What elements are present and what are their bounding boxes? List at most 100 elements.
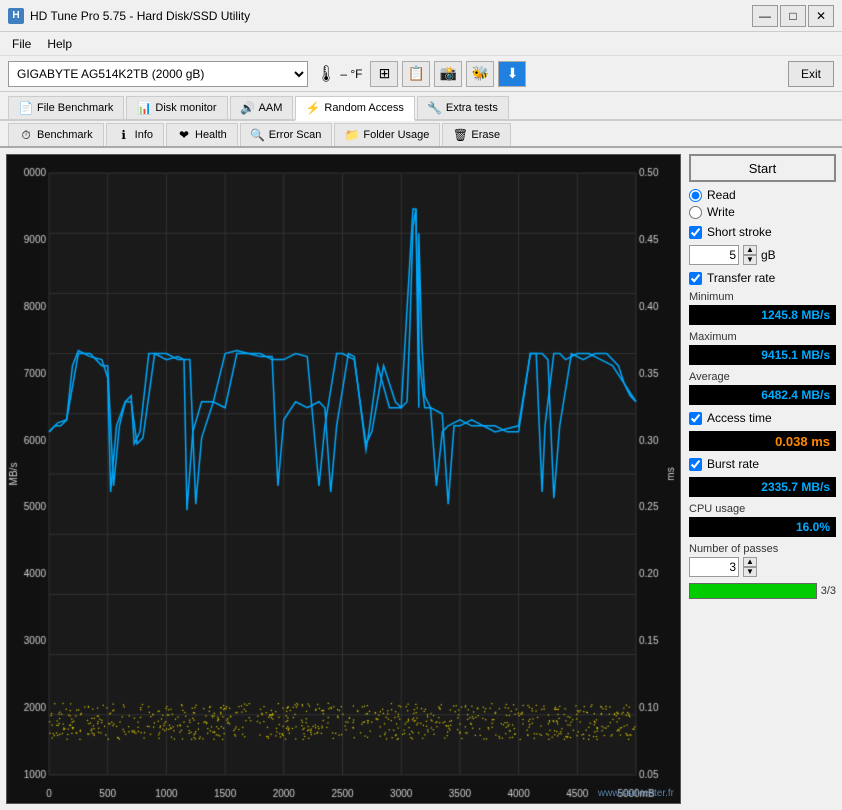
benchmark-chart xyxy=(7,155,680,803)
icon-btn-4[interactable]: 🐝 xyxy=(466,61,494,87)
access-time-label[interactable]: Access time xyxy=(689,411,836,425)
minimum-label: Minimum xyxy=(689,291,836,303)
tab-file-benchmark-label: File Benchmark xyxy=(37,102,113,114)
burst-rate-text: Burst rate xyxy=(707,457,759,471)
folder-usage-icon: 📁 xyxy=(345,128,359,142)
access-time-value: 0.038 ms xyxy=(689,431,836,451)
tab-error-scan[interactable]: 🔍 Error Scan xyxy=(240,123,333,146)
burst-rate-label[interactable]: Burst rate xyxy=(689,457,836,471)
short-stroke-spinbox[interactable] xyxy=(689,245,739,265)
maximum-stat: Maximum 9415.1 MB/s xyxy=(689,331,836,365)
passes-stat: Number of passes ▲ ▼ xyxy=(689,543,836,577)
exit-button[interactable]: Exit xyxy=(788,61,834,87)
disk-monitor-icon: 📊 xyxy=(137,101,151,115)
passes-spinbox-row: ▲ ▼ xyxy=(689,557,836,577)
read-radio-label[interactable]: Read xyxy=(689,188,836,202)
erase-icon: 🗑 xyxy=(453,128,467,142)
start-button[interactable]: Start xyxy=(689,154,836,182)
maximum-value: 9415.1 MB/s xyxy=(689,345,836,365)
minimize-button[interactable]: — xyxy=(752,5,778,27)
drive-select[interactable]: GIGABYTE AG514K2TB (2000 gB) xyxy=(8,61,308,87)
progress-bar-outer xyxy=(689,583,817,599)
file-benchmark-icon: 📄 xyxy=(19,101,33,115)
access-time-text: Access time xyxy=(707,411,772,425)
menu-bar: File Help xyxy=(0,32,842,56)
tab-extra-tests[interactable]: 🔧 Extra tests xyxy=(417,96,509,119)
help-menu[interactable]: Help xyxy=(39,35,80,53)
extra-tests-icon: 🔧 xyxy=(428,101,442,115)
passes-label: Number of passes xyxy=(689,543,836,555)
tab-random-access[interactable]: ⚡ Random Access xyxy=(295,96,414,121)
tab-benchmark-label: Benchmark xyxy=(37,129,93,141)
maximum-label: Maximum xyxy=(689,331,836,343)
icon-btn-5[interactable]: ⬇ xyxy=(498,61,526,87)
short-stroke-text: Short stroke xyxy=(707,225,772,239)
benchmark-icon: ⏱ xyxy=(19,128,33,142)
app-icon: H xyxy=(8,8,24,24)
average-label: Average xyxy=(689,371,836,383)
tab-benchmark[interactable]: ⏱ Benchmark xyxy=(8,123,104,146)
cpu-usage-stat: CPU usage 16.0% xyxy=(689,503,836,537)
tab-file-benchmark[interactable]: 📄 File Benchmark xyxy=(8,96,124,119)
tab-health[interactable]: ❤ Health xyxy=(166,123,238,146)
passes-spin-up[interactable]: ▲ xyxy=(743,557,757,567)
maximize-button[interactable]: □ xyxy=(780,5,806,27)
tab-aam[interactable]: 🔊 AAM xyxy=(230,96,294,119)
short-stroke-label[interactable]: Short stroke xyxy=(689,225,836,239)
read-radio[interactable] xyxy=(689,189,702,202)
access-time-checkbox[interactable] xyxy=(689,412,702,425)
spin-up-button[interactable]: ▲ xyxy=(743,245,757,255)
short-stroke-spin-buttons: ▲ ▼ xyxy=(743,245,757,265)
health-icon: ❤ xyxy=(177,128,191,142)
tab-erase[interactable]: 🗑 Erase xyxy=(442,123,511,146)
tab-aam-label: AAM xyxy=(259,102,283,114)
icon-btn-3[interactable]: 📸 xyxy=(434,61,462,87)
tab-erase-label: Erase xyxy=(471,129,500,141)
passes-spin-down[interactable]: ▼ xyxy=(743,567,757,577)
drive-bar: GIGABYTE AG514K2TB (2000 gB) 🌡 – °F ⊞ 📋 … xyxy=(0,56,842,92)
transfer-rate-checkbox[interactable] xyxy=(689,272,702,285)
cpu-usage-label: CPU usage xyxy=(689,503,836,515)
passes-spinbox[interactable] xyxy=(689,557,739,577)
tab-disk-monitor[interactable]: 📊 Disk monitor xyxy=(126,96,227,119)
short-stroke-spinbox-row: ▲ ▼ gB xyxy=(689,245,836,265)
tab-info[interactable]: ℹ Info xyxy=(106,123,164,146)
tab-folder-usage[interactable]: 📁 Folder Usage xyxy=(334,123,440,146)
info-icon: ℹ xyxy=(117,128,131,142)
burst-rate-value: 2335.7 MB/s xyxy=(689,477,836,497)
tab-disk-monitor-label: Disk monitor xyxy=(155,102,216,114)
main-content: www.ssd-tester.fr Start Read Write Short… xyxy=(0,148,842,810)
icon-btn-2[interactable]: 📋 xyxy=(402,61,430,87)
burst-rate-checkbox[interactable] xyxy=(689,458,702,471)
average-value: 6482.4 MB/s xyxy=(689,385,836,405)
write-radio-label[interactable]: Write xyxy=(689,205,836,219)
tab-extra-tests-label: Extra tests xyxy=(446,102,498,114)
file-menu[interactable]: File xyxy=(4,35,39,53)
average-stat: Average 6482.4 MB/s xyxy=(689,371,836,405)
transfer-rate-label[interactable]: Transfer rate xyxy=(689,271,836,285)
minimum-stat: Minimum 1245.8 MB/s xyxy=(689,291,836,325)
tab-folder-usage-label: Folder Usage xyxy=(363,129,429,141)
icon-btn-1[interactable]: ⊞ xyxy=(370,61,398,87)
random-access-icon: ⚡ xyxy=(306,101,320,115)
title-bar: H HD Tune Pro 5.75 - Hard Disk/SSD Utili… xyxy=(0,0,842,32)
window-controls: — □ ✕ xyxy=(752,5,834,27)
right-panel: Start Read Write Short stroke ▲ ▼ gB xyxy=(687,148,842,810)
spin-down-button[interactable]: ▼ xyxy=(743,255,757,265)
read-write-group: Read Write xyxy=(689,188,836,219)
app-title: HD Tune Pro 5.75 - Hard Disk/SSD Utility xyxy=(30,9,752,23)
close-button[interactable]: ✕ xyxy=(808,5,834,27)
read-label: Read xyxy=(707,188,736,202)
write-radio[interactable] xyxy=(689,206,702,219)
minimum-value: 1245.8 MB/s xyxy=(689,305,836,325)
short-stroke-checkbox[interactable] xyxy=(689,226,702,239)
aam-icon: 🔊 xyxy=(241,101,255,115)
passes-spin-buttons: ▲ ▼ xyxy=(743,557,757,577)
temp-value: – °F xyxy=(340,67,362,81)
temp-display: 🌡 – °F xyxy=(316,64,362,84)
progress-text: 3/3 xyxy=(821,585,836,597)
watermark: www.ssd-tester.fr xyxy=(598,788,674,799)
tab-random-access-label: Random Access xyxy=(324,102,403,114)
progress-container: 3/3 xyxy=(689,583,836,599)
drive-icon-buttons: ⊞ 📋 📸 🐝 ⬇ xyxy=(370,61,526,87)
